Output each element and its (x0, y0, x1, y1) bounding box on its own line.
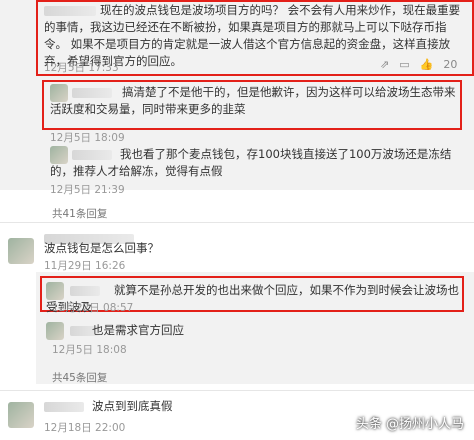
comment-text: 搞清楚了不是他干的，但是他歉许，因为这样可以给波场生态带来活跃度和交易量，同时带… (50, 85, 456, 116)
more-replies-link[interactable]: 共41条回复 (52, 206, 107, 221)
comment-time: 12月5日 18:08 (52, 344, 127, 356)
comment-text: 也是需求官方回应 (92, 323, 184, 337)
divider (0, 390, 474, 391)
avatar (8, 238, 34, 264)
comment-time: 12月18日 22:00 (44, 422, 126, 434)
comment-text: 我也看了那个麦点钱包，存100块钱直接送了100万波场还是冻结的，推荐人才给解冻… (50, 147, 452, 178)
comment-time: 12月22日 08:57 (52, 302, 134, 314)
reply-icon[interactable]: ▭ (399, 58, 409, 71)
watermark: 头条 @扬州小人马 (355, 417, 464, 432)
more-replies-link[interactable]: 共45条回复 (52, 370, 107, 385)
comment-text: 波点钱包是怎么回事？ (44, 241, 159, 255)
avatar (46, 322, 64, 340)
like-count: 20 (443, 58, 458, 71)
comment-time: 11月29日 16:26 (44, 260, 126, 272)
avatar (8, 402, 34, 428)
comment-time: 12月5日 17:33 (44, 62, 119, 74)
like-icon[interactable]: 👍 (420, 58, 434, 71)
divider (0, 222, 474, 223)
share-icon[interactable]: ⇗ (380, 58, 389, 71)
comment-time: 12月5日 21:39 (50, 184, 125, 196)
comment-actions: ⇗ ▭ 👍 20 (380, 58, 457, 71)
username-redacted (44, 402, 84, 412)
comment-time: 12月5日 18:09 (50, 132, 125, 144)
